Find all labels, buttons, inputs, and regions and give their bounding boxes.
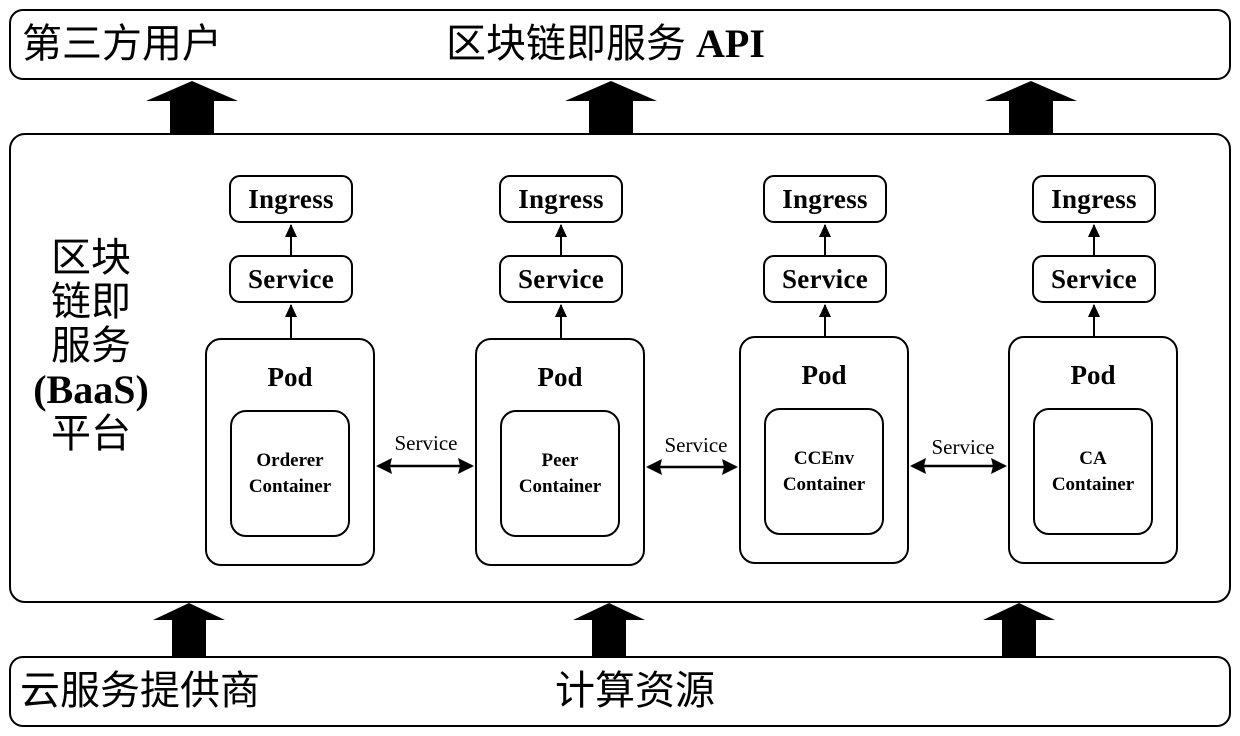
baas-api-label-en: API [696,21,765,66]
platform-label-line: 服务 [51,323,131,368]
pod-link-label: Service [931,435,995,459]
ingress-box: Ingress [229,175,353,223]
cloud-provider-bar: 云服务提供商 计算资源 [9,656,1231,727]
pod-title: Pod [267,362,313,392]
baas-platform-label: 区块 链即 服务 (BaaS) 平台 [16,236,166,456]
container-label: Container [782,473,866,495]
peer-container: Peer Container [500,410,620,537]
baas-api-label-cn: 区块链即服务 [446,21,686,66]
up-block-arrow [573,603,645,656]
container-label: Container [518,475,602,497]
pod-title: Pod [801,360,847,390]
service-box: Service [763,255,887,303]
ingress-box: Ingress [499,175,623,223]
ingress-box: Ingress [1032,175,1156,223]
platform-label-line: 链即 [51,279,131,324]
service-box: Service [229,255,353,303]
up-block-arrow [983,603,1055,656]
service-box: Service [499,255,623,303]
pod-peer: Pod Peer Container [475,338,645,566]
compute-resources-label: 计算资源 [555,668,715,713]
baas-api-label: 区块链即服务 API [446,24,765,64]
up-block-arrow [146,81,238,133]
service-box: Service [1032,255,1156,303]
ca-container: CA Container [1033,408,1153,535]
pod-title: Pod [537,362,583,392]
container-name: CCEnv [793,447,855,469]
pod-ccenv: Pod CCEnv Container [739,336,909,564]
platform-label-line: 平台 [51,411,131,456]
pod-link-label: Service [394,431,458,455]
cloud-provider-label: 云服务提供商 [20,668,260,713]
pod-ca: Pod CA Container [1008,336,1178,564]
container-label: Container [248,475,332,497]
ccenv-container: CCEnv Container [764,408,884,535]
ingress-box: Ingress [763,175,887,223]
up-block-arrow [153,603,225,656]
third-party-users-label: 第三方用户 [22,21,222,66]
third-party-users-bar: 第三方用户 区块链即服务 API [9,9,1231,80]
pod-link-label: Service [664,433,728,457]
up-block-arrow [985,81,1077,133]
platform-label-line: (BaaS) [33,367,149,412]
pod-title: Pod [1070,360,1116,390]
container-name: CA [1079,447,1107,469]
orderer-container: Orderer Container [230,410,350,537]
container-label: Container [1051,473,1135,495]
container-name: Peer [541,449,579,471]
container-name: Orderer [256,449,324,471]
pod-orderer: Pod Orderer Container [205,338,375,566]
up-block-arrow [565,81,657,133]
platform-label-line: 区块 [51,235,131,280]
